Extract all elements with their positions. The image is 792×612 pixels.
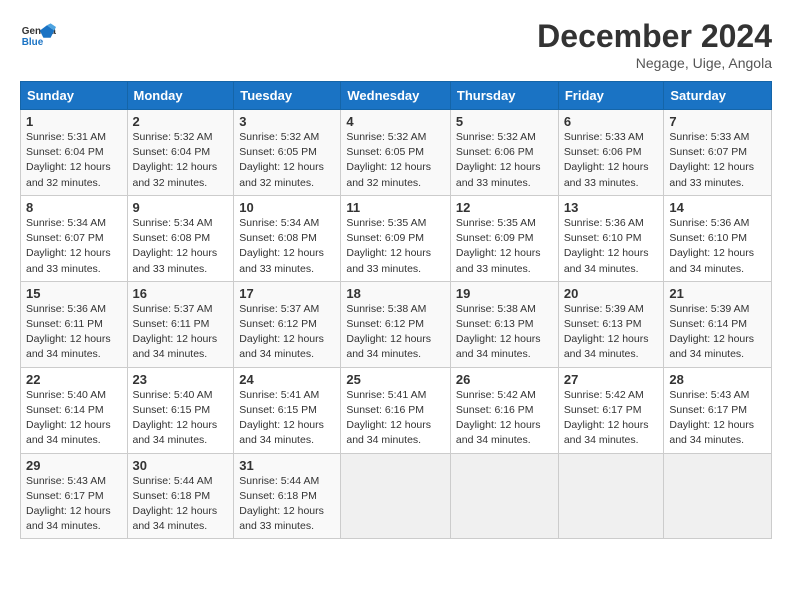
- table-row: 2Sunrise: 5:32 AMSunset: 6:04 PMDaylight…: [127, 110, 234, 196]
- table-row: 17Sunrise: 5:37 AMSunset: 6:12 PMDayligh…: [234, 281, 341, 367]
- table-row: 18Sunrise: 5:38 AMSunset: 6:12 PMDayligh…: [341, 281, 451, 367]
- calendar-header-row: Sunday Monday Tuesday Wednesday Thursday…: [21, 82, 772, 110]
- table-row: 27Sunrise: 5:42 AMSunset: 6:17 PMDayligh…: [558, 367, 664, 453]
- header-monday: Monday: [127, 82, 234, 110]
- calendar-body: 1Sunrise: 5:31 AMSunset: 6:04 PMDaylight…: [21, 110, 772, 539]
- calendar-week-2: 8Sunrise: 5:34 AMSunset: 6:07 PMDaylight…: [21, 195, 772, 281]
- calendar-table: Sunday Monday Tuesday Wednesday Thursday…: [20, 81, 772, 539]
- table-row: 9Sunrise: 5:34 AMSunset: 6:08 PMDaylight…: [127, 195, 234, 281]
- svg-text:Blue: Blue: [22, 37, 44, 48]
- table-row: 14Sunrise: 5:36 AMSunset: 6:10 PMDayligh…: [664, 195, 772, 281]
- table-row: 31Sunrise: 5:44 AMSunset: 6:18 PMDayligh…: [234, 453, 341, 539]
- table-row: 6Sunrise: 5:33 AMSunset: 6:06 PMDaylight…: [558, 110, 664, 196]
- table-row: 13Sunrise: 5:36 AMSunset: 6:10 PMDayligh…: [558, 195, 664, 281]
- table-row: 30Sunrise: 5:44 AMSunset: 6:18 PMDayligh…: [127, 453, 234, 539]
- header-sunday: Sunday: [21, 82, 128, 110]
- header-saturday: Saturday: [664, 82, 772, 110]
- table-row: 22Sunrise: 5:40 AMSunset: 6:14 PMDayligh…: [21, 367, 128, 453]
- table-row: 1Sunrise: 5:31 AMSunset: 6:04 PMDaylight…: [21, 110, 128, 196]
- table-row: [664, 453, 772, 539]
- calendar-week-5: 29Sunrise: 5:43 AMSunset: 6:17 PMDayligh…: [21, 453, 772, 539]
- table-row: 16Sunrise: 5:37 AMSunset: 6:11 PMDayligh…: [127, 281, 234, 367]
- table-row: 21Sunrise: 5:39 AMSunset: 6:14 PMDayligh…: [664, 281, 772, 367]
- table-row: [450, 453, 558, 539]
- table-row: 19Sunrise: 5:38 AMSunset: 6:13 PMDayligh…: [450, 281, 558, 367]
- page-header: General Blue December 2024 Negage, Uige,…: [20, 18, 772, 71]
- table-row: 11Sunrise: 5:35 AMSunset: 6:09 PMDayligh…: [341, 195, 451, 281]
- table-row: 29Sunrise: 5:43 AMSunset: 6:17 PMDayligh…: [21, 453, 128, 539]
- table-row: 20Sunrise: 5:39 AMSunset: 6:13 PMDayligh…: [558, 281, 664, 367]
- header-tuesday: Tuesday: [234, 82, 341, 110]
- month-title: December 2024: [537, 18, 772, 55]
- calendar-week-1: 1Sunrise: 5:31 AMSunset: 6:04 PMDaylight…: [21, 110, 772, 196]
- header-thursday: Thursday: [450, 82, 558, 110]
- location-subtitle: Negage, Uige, Angola: [537, 55, 772, 71]
- table-row: 12Sunrise: 5:35 AMSunset: 6:09 PMDayligh…: [450, 195, 558, 281]
- table-row: 10Sunrise: 5:34 AMSunset: 6:08 PMDayligh…: [234, 195, 341, 281]
- table-row: 8Sunrise: 5:34 AMSunset: 6:07 PMDaylight…: [21, 195, 128, 281]
- calendar-week-4: 22Sunrise: 5:40 AMSunset: 6:14 PMDayligh…: [21, 367, 772, 453]
- table-row: 23Sunrise: 5:40 AMSunset: 6:15 PMDayligh…: [127, 367, 234, 453]
- table-row: [341, 453, 451, 539]
- table-row: 25Sunrise: 5:41 AMSunset: 6:16 PMDayligh…: [341, 367, 451, 453]
- table-row: 24Sunrise: 5:41 AMSunset: 6:15 PMDayligh…: [234, 367, 341, 453]
- table-row: 3Sunrise: 5:32 AMSunset: 6:05 PMDaylight…: [234, 110, 341, 196]
- table-row: [558, 453, 664, 539]
- table-row: 28Sunrise: 5:43 AMSunset: 6:17 PMDayligh…: [664, 367, 772, 453]
- logo-icon: General Blue: [20, 18, 56, 54]
- header-friday: Friday: [558, 82, 664, 110]
- table-row: 5Sunrise: 5:32 AMSunset: 6:06 PMDaylight…: [450, 110, 558, 196]
- logo: General Blue: [20, 18, 56, 54]
- table-row: 4Sunrise: 5:32 AMSunset: 6:05 PMDaylight…: [341, 110, 451, 196]
- table-row: 26Sunrise: 5:42 AMSunset: 6:16 PMDayligh…: [450, 367, 558, 453]
- header-wednesday: Wednesday: [341, 82, 451, 110]
- calendar-week-3: 15Sunrise: 5:36 AMSunset: 6:11 PMDayligh…: [21, 281, 772, 367]
- table-row: 7Sunrise: 5:33 AMSunset: 6:07 PMDaylight…: [664, 110, 772, 196]
- table-row: 15Sunrise: 5:36 AMSunset: 6:11 PMDayligh…: [21, 281, 128, 367]
- title-block: December 2024 Negage, Uige, Angola: [537, 18, 772, 71]
